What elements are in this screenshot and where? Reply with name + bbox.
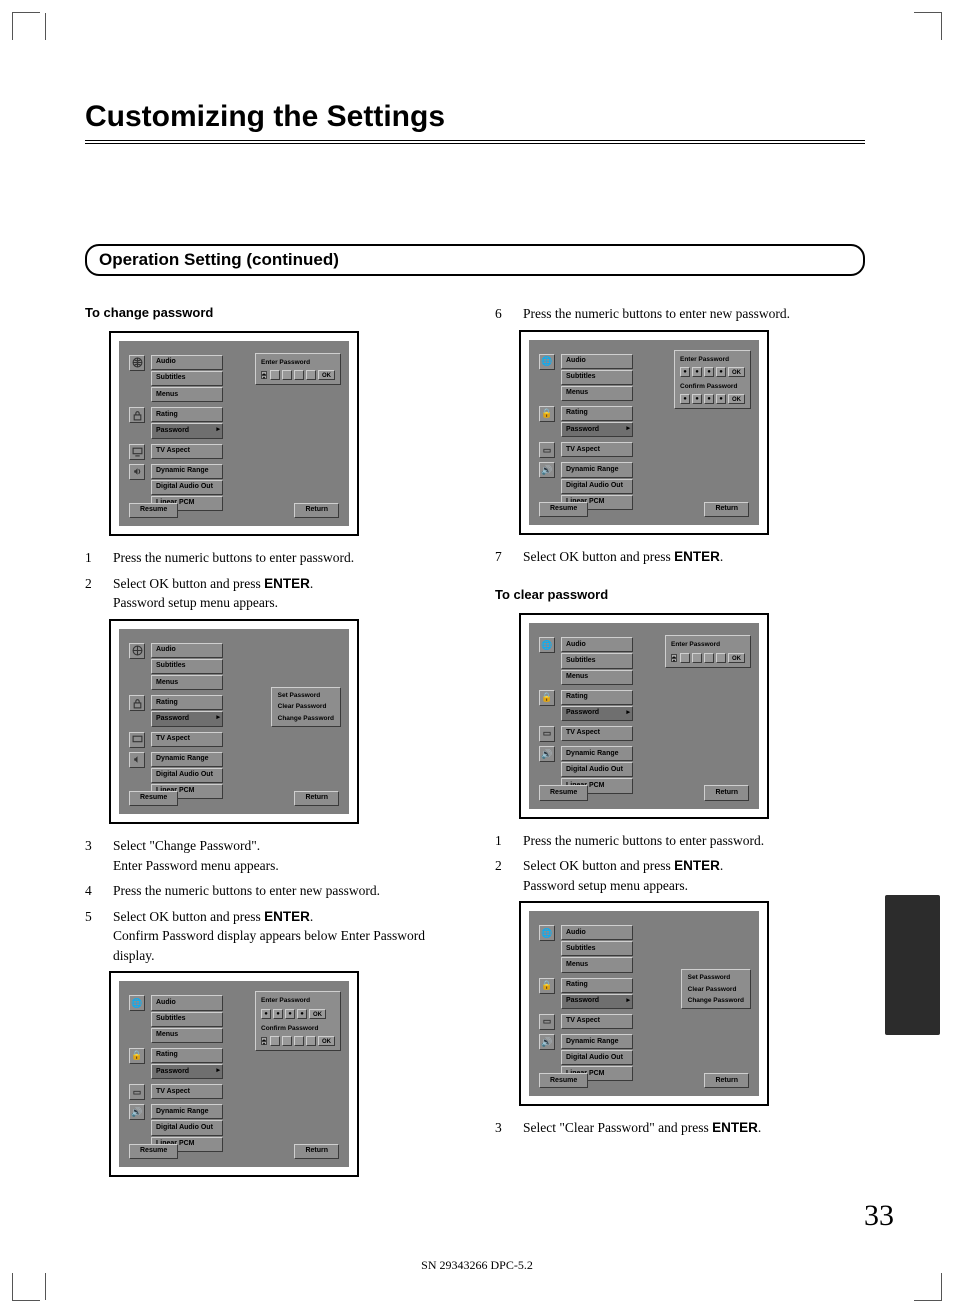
tv-icon: ▭ xyxy=(539,442,555,458)
sub-heading: To change password xyxy=(85,304,455,323)
osd-screenshot: 🌐AudioSubtitlesMenus 🔒RatingPassword▸ ▭T… xyxy=(519,330,769,535)
resume-button: Resume xyxy=(129,503,178,518)
menu-item: Subtitles xyxy=(151,371,223,386)
step-text: Select "Clear Password" and press ENTER. xyxy=(523,1118,761,1138)
sub-heading: To clear password xyxy=(495,586,865,605)
step-text: Press the numeric buttons to enter new p… xyxy=(523,304,790,324)
lock-icon xyxy=(129,407,145,423)
globe-icon: 🌐 xyxy=(129,995,145,1011)
password-popup: Enter Password ▴▾OK xyxy=(665,635,751,667)
step-text: Press the numeric buttons to enter passw… xyxy=(113,548,354,568)
password-popup: Enter Password OK Confirm Password ▴▾OK xyxy=(255,991,341,1051)
step-text: Select OK button and press ENTER. xyxy=(523,547,723,567)
crop-mark xyxy=(914,12,942,40)
tv-icon xyxy=(129,732,145,748)
password-popup: Enter Password OK Confirm Password OK xyxy=(674,350,751,410)
menu-item: Audio xyxy=(151,355,223,370)
submenu-item: Clear Password xyxy=(274,701,338,712)
lock-icon: 🔒 xyxy=(539,690,555,706)
page-title: Customizing the Settings xyxy=(85,100,865,144)
crop-mark xyxy=(12,12,40,40)
tv-icon xyxy=(129,444,145,460)
step-text: Select "Change Password".Enter Password … xyxy=(113,836,279,875)
menu-item: Digital Audio Out xyxy=(151,480,223,495)
step-text: Press the numeric buttons to enter new p… xyxy=(113,881,380,901)
menu-item: Rating xyxy=(151,407,223,422)
speaker-icon xyxy=(129,464,145,480)
menu-item: TV Aspect xyxy=(151,444,223,459)
osd-screenshot: 🌐AudioSubtitlesMenus 🔒RatingPassword▸ ▭T… xyxy=(109,971,359,1176)
left-column: To change password Audio Subtitles Menus xyxy=(85,304,455,1185)
password-submenu: Set Password Clear Password Change Passw… xyxy=(681,969,751,1009)
step-text: Press the numeric buttons to enter passw… xyxy=(523,831,764,851)
step-text: Select OK button and press ENTER.Passwor… xyxy=(113,574,313,613)
crop-mark xyxy=(914,1273,942,1301)
ok-button: OK xyxy=(318,370,335,380)
section-title: Operation Setting (continued) xyxy=(99,250,851,270)
globe-icon xyxy=(129,355,145,371)
osd-screenshot: AudioSubtitlesMenus RatingPassword▸ TV A… xyxy=(109,619,359,824)
thumb-tab xyxy=(885,895,940,1035)
speaker-icon: 🔊 xyxy=(129,1104,145,1120)
speaker-icon: 🔊 xyxy=(539,746,555,762)
return-button: Return xyxy=(294,503,339,518)
tv-icon: ▭ xyxy=(539,1014,555,1030)
osd-screenshot: Audio Subtitles Menus Rating Password▸ xyxy=(109,331,359,536)
step-text: Select OK button and press ENTER.Confirm… xyxy=(113,907,455,966)
globe-icon: 🌐 xyxy=(539,925,555,941)
password-popup: Enter Password ▴▾ OK xyxy=(255,353,341,385)
lock-icon: 🔒 xyxy=(539,978,555,994)
lock-icon: 🔒 xyxy=(129,1048,145,1064)
speaker-icon: 🔊 xyxy=(539,1034,555,1050)
globe-icon: 🌐 xyxy=(539,354,555,370)
popup-label: Enter Password xyxy=(261,358,335,367)
submenu-item: Change Password xyxy=(274,713,338,724)
page-number: 33 xyxy=(864,1199,894,1233)
osd-screenshot: 🌐AudioSubtitlesMenus 🔒RatingPassword▸ ▭T… xyxy=(519,901,769,1106)
lock-icon: 🔒 xyxy=(539,406,555,422)
speaker-icon xyxy=(129,752,145,768)
speaker-icon: 🔊 xyxy=(539,462,555,478)
crop-mark xyxy=(12,1273,40,1301)
footer-code: SN 29343266 DPC-5.2 xyxy=(0,1258,954,1273)
password-submenu: Set Password Clear Password Change Passw… xyxy=(271,687,341,727)
step-text: Select OK button and press ENTER.Passwor… xyxy=(523,856,723,895)
section-header-box: Operation Setting (continued) xyxy=(85,244,865,276)
submenu-item: Set Password xyxy=(274,690,338,701)
osd-screenshot: 🌐AudioSubtitlesMenus 🔒RatingPassword▸ ▭T… xyxy=(519,613,769,818)
globe-icon: 🌐 xyxy=(539,637,555,653)
lock-icon xyxy=(129,695,145,711)
tv-icon: ▭ xyxy=(129,1084,145,1100)
tv-icon: ▭ xyxy=(539,726,555,742)
menu-item: Menus xyxy=(151,387,223,402)
menu-item: Dynamic Range xyxy=(151,464,223,479)
menu-item-selected: Password▸ xyxy=(151,423,223,438)
right-column: 6Press the numeric buttons to enter new … xyxy=(495,304,865,1185)
globe-icon xyxy=(129,643,145,659)
